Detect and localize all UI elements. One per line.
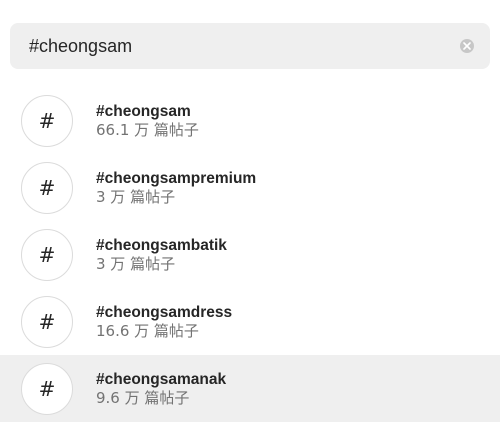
post-count: 16.6 万 篇帖子 (96, 321, 199, 340)
hashtag-result-item[interactable]: # #cheongsambatik 3 万 篇帖子 (0, 221, 500, 288)
hashtag-name: #cheongsampremium (96, 169, 257, 187)
hashtag-icon: # (21, 161, 73, 214)
hashtag-name: #cheongsam (96, 102, 191, 120)
hashtag-result-item[interactable]: # #cheongsamdress 16.6 万 篇帖子 (0, 288, 500, 355)
search-results-list: # #cheongsam 66.1 万 篇帖子 # #cheongsamprem… (0, 87, 500, 422)
hashtag-result-item[interactable]: # #cheongsam 66.1 万 篇帖子 (0, 87, 500, 154)
post-count: 66.1 万 篇帖子 (96, 120, 199, 139)
clear-icon[interactable] (460, 39, 474, 53)
hashtag-icon: # (21, 295, 73, 348)
hashtag-name: #cheongsambatik (96, 236, 227, 254)
hashtag-icon: # (21, 94, 73, 147)
post-count: 9.6 万 篇帖子 (96, 388, 190, 407)
hashtag-icon: # (21, 362, 73, 415)
hashtag-name: #cheongsamdress (96, 303, 233, 321)
post-count: 3 万 篇帖子 (96, 187, 176, 206)
post-count: 3 万 篇帖子 (96, 254, 176, 273)
search-input[interactable] (29, 35, 429, 57)
hashtag-icon: # (21, 228, 73, 281)
search-bar[interactable] (10, 23, 490, 69)
hashtag-result-item[interactable]: # #cheongsamanak 9.6 万 篇帖子 (0, 355, 500, 422)
hashtag-name: #cheongsamanak (96, 370, 227, 388)
hashtag-result-item[interactable]: # #cheongsampremium 3 万 篇帖子 (0, 154, 500, 221)
